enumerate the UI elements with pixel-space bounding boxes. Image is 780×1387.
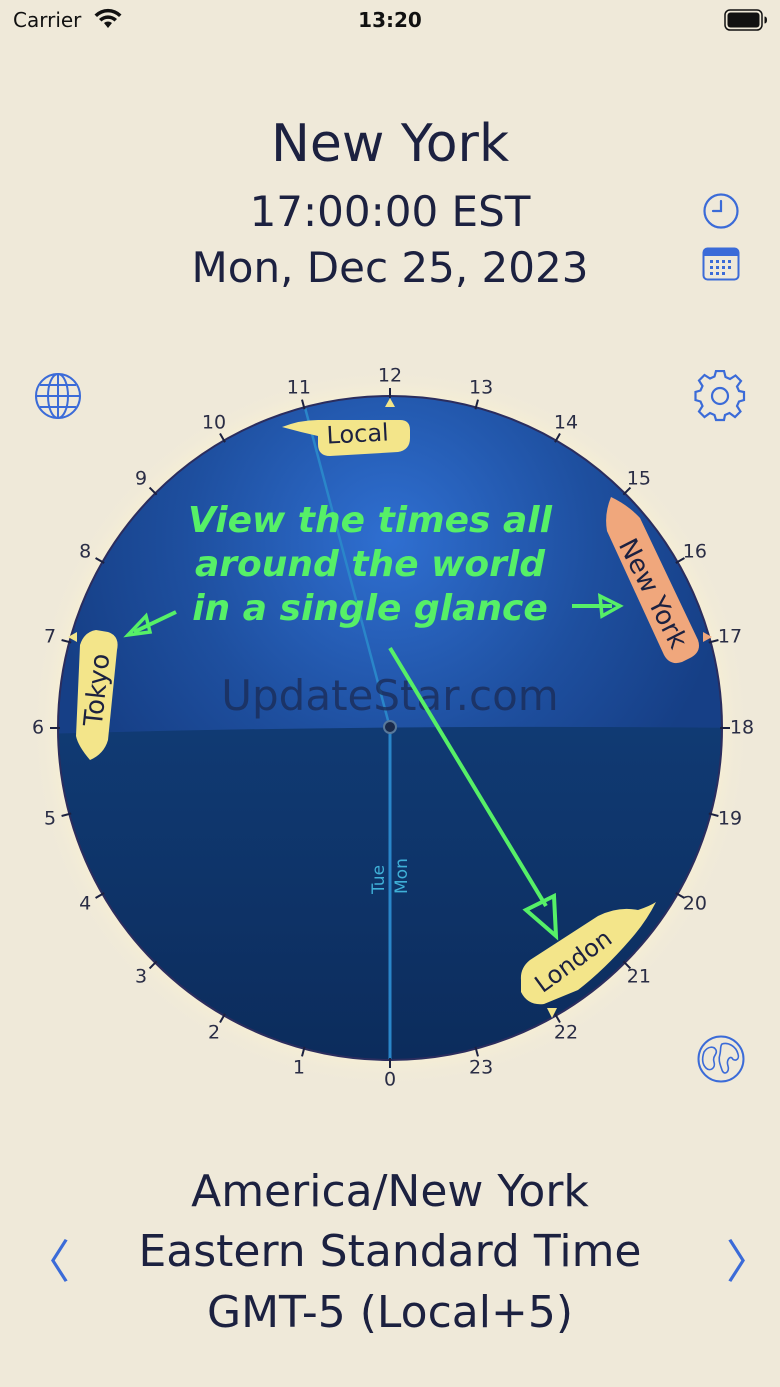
city-title: New York	[270, 114, 510, 174]
status-time: 13:20	[358, 8, 422, 32]
prev-timezone-button[interactable]: 〈	[24, 1226, 70, 1292]
world-clock-dial[interactable]: 01234567891011121314151617181920212223 U…	[0, 340, 780, 1100]
hour-label: 21	[627, 965, 651, 987]
hour-label: 10	[202, 412, 226, 434]
clock-icon[interactable]	[702, 192, 740, 230]
annotation-line-2: around the world	[195, 544, 546, 585]
hour-label: 9	[135, 468, 147, 490]
current-time: 17:00:00 EST	[249, 187, 531, 236]
hour-label: 17	[718, 625, 742, 647]
watermark: UpdateStar.com	[221, 671, 558, 720]
hour-label: 0	[384, 1069, 396, 1091]
hour-label: 8	[79, 541, 91, 563]
timezone-offset: GMT-5 (Local+5)	[207, 1287, 573, 1338]
hour-label: 6	[32, 717, 44, 739]
day-label-mon: Mon	[392, 858, 412, 894]
hour-label: 2	[208, 1021, 220, 1043]
hour-label: 16	[683, 541, 707, 563]
calendar-icon[interactable]	[702, 246, 740, 282]
hour-label: 3	[135, 965, 147, 987]
dial-center	[383, 720, 397, 734]
local-label: Local	[326, 418, 390, 449]
hour-label: 15	[627, 468, 651, 490]
hour-label: 13	[469, 376, 493, 398]
timezone-name: Eastern Standard Time	[138, 1226, 642, 1277]
battery-icon	[724, 9, 767, 31]
hour-label: 4	[79, 893, 91, 915]
hour-label: 5	[44, 808, 56, 830]
timezone-id: America/New York	[191, 1166, 589, 1217]
current-date: Mon, Dec 25, 2023	[191, 243, 589, 292]
hour-label: 12	[378, 365, 402, 387]
annotation-line-1: View the times all	[188, 500, 553, 541]
hour-label: 11	[287, 376, 311, 398]
status-bar: Carrier 13:20	[0, 0, 780, 40]
hour-label: 23	[469, 1057, 493, 1079]
hour-label: 7	[44, 625, 56, 647]
annotation-line-3: in a single glance	[192, 588, 548, 629]
day-label-tue: Tue	[369, 865, 389, 895]
hour-label: 18	[730, 717, 754, 739]
hour-label: 20	[683, 893, 707, 915]
hour-label: 14	[554, 412, 578, 434]
next-timezone-button[interactable]: 〉	[726, 1226, 772, 1292]
hour-label: 22	[554, 1021, 578, 1043]
hour-label: 1	[293, 1057, 305, 1079]
hour-label: 19	[718, 808, 742, 830]
